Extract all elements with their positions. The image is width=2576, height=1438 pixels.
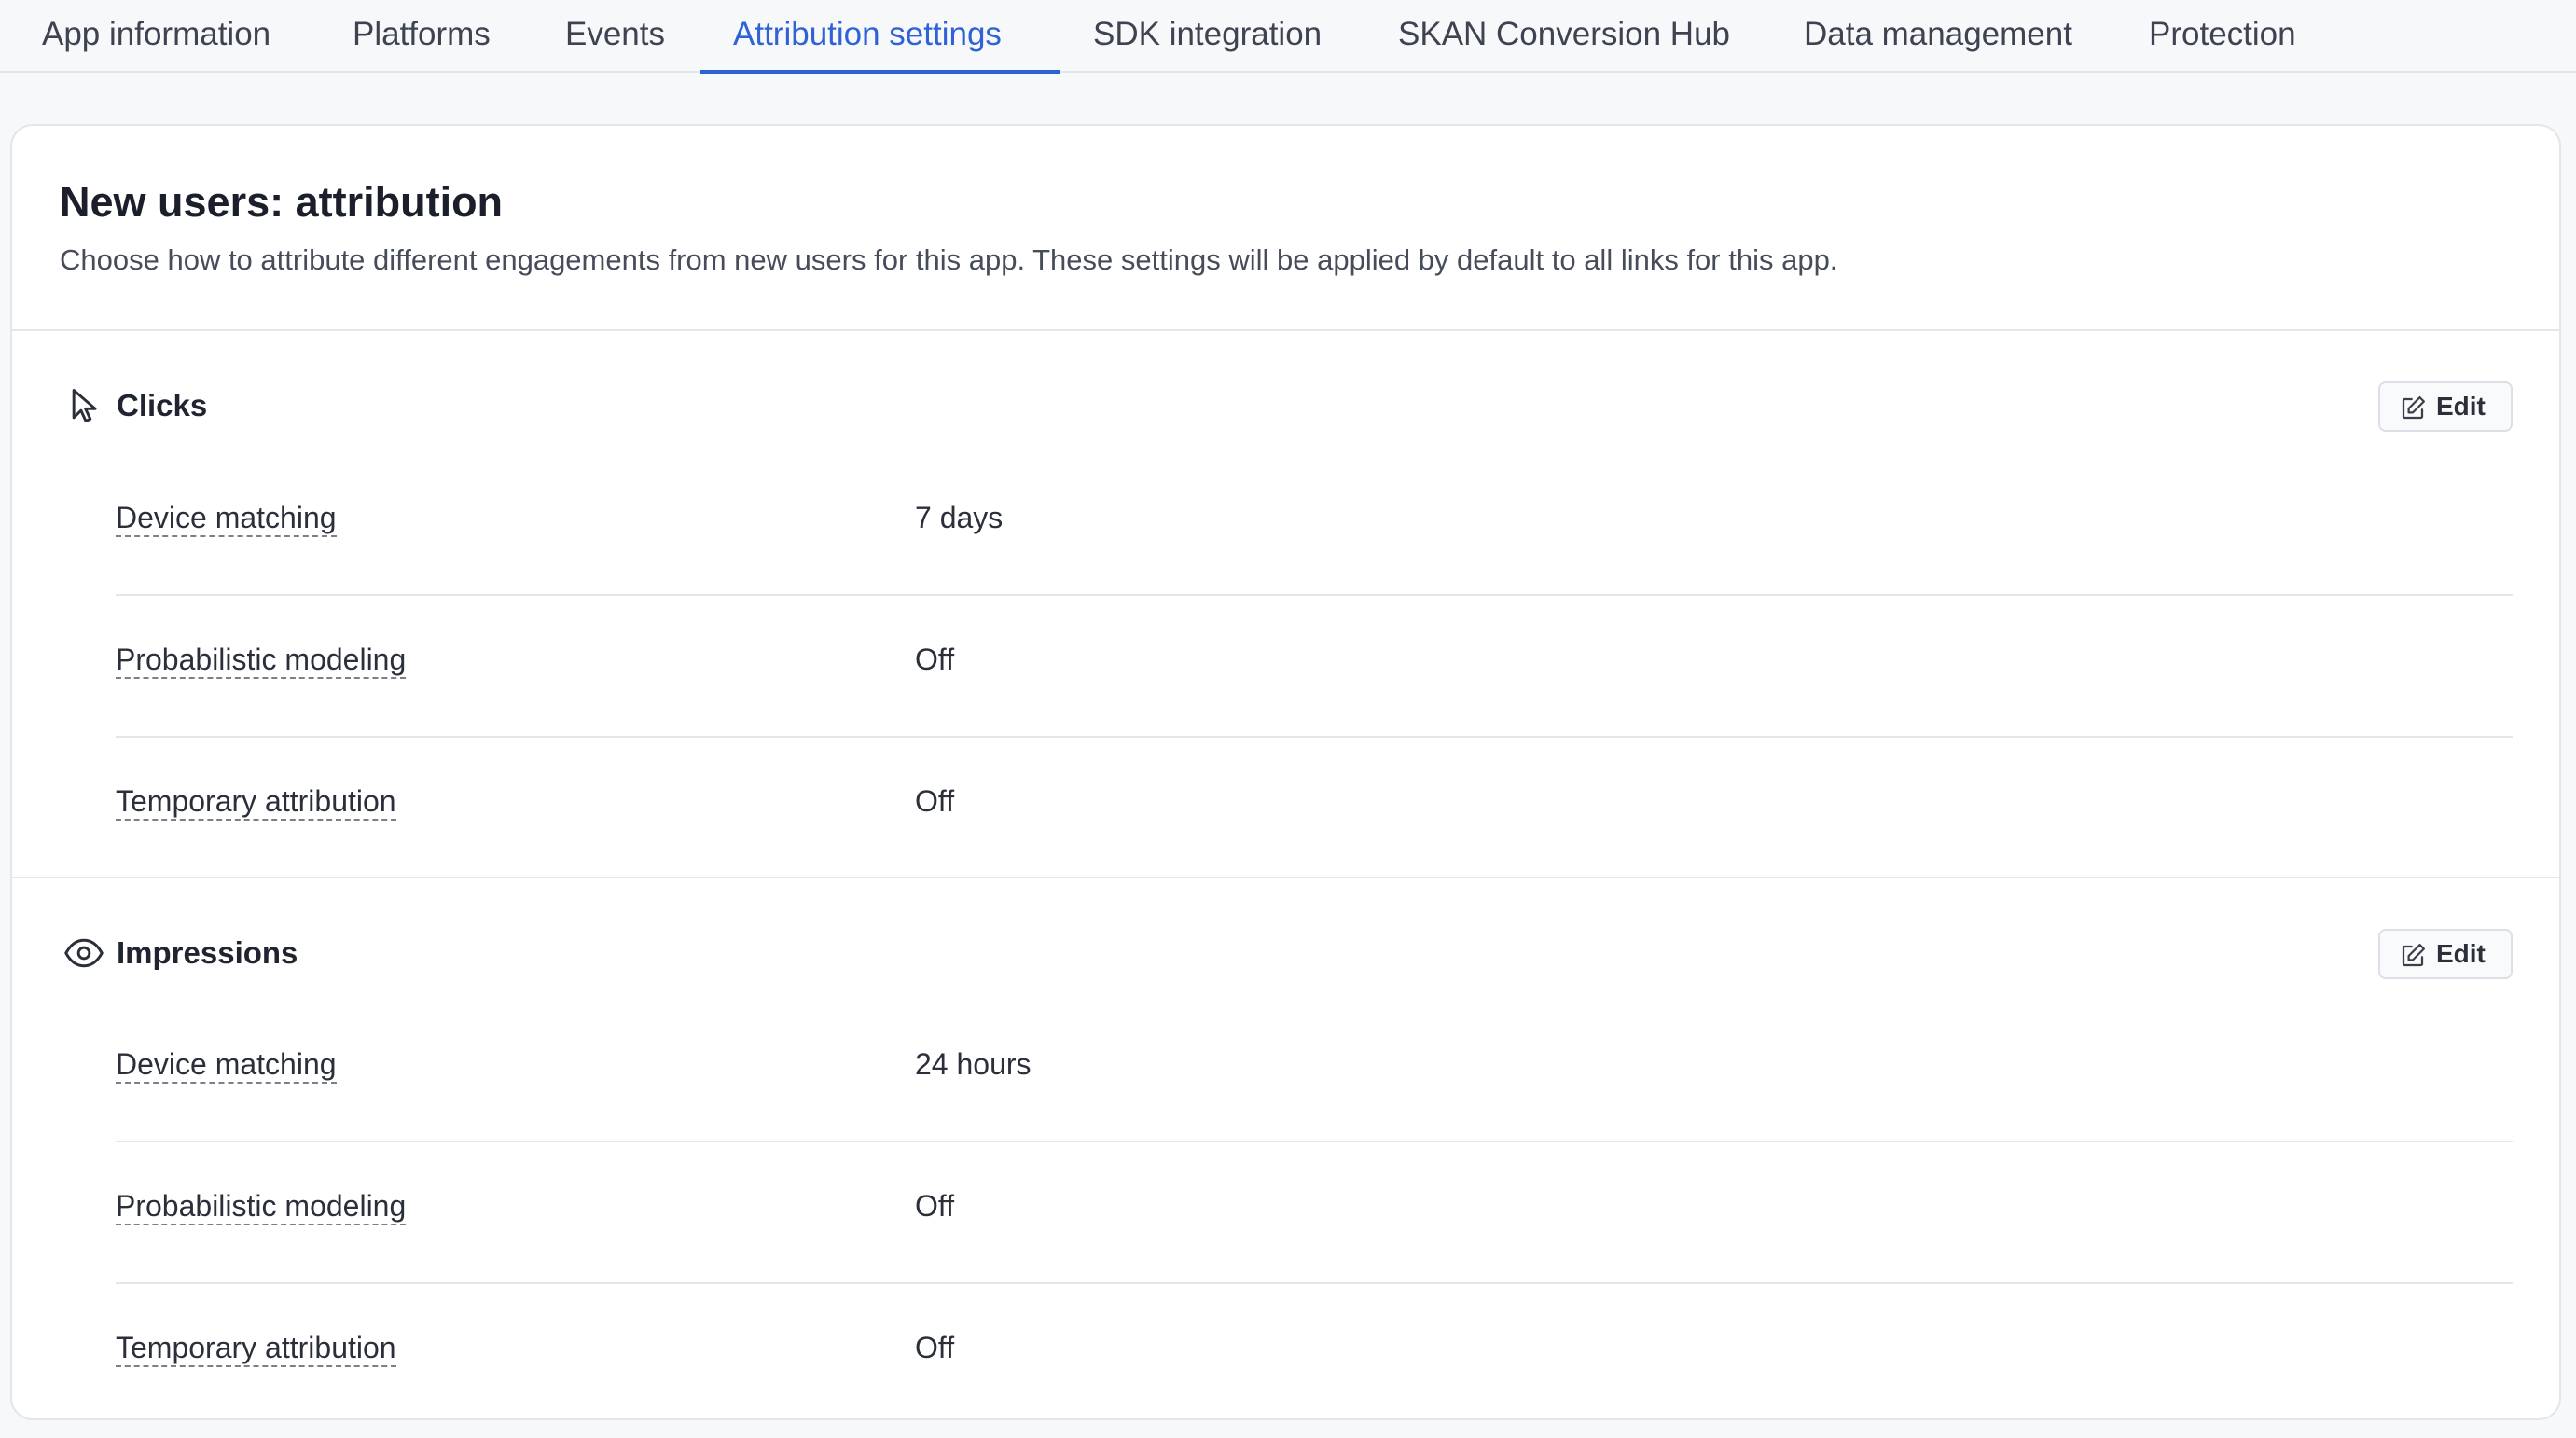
tab-events[interactable]: Events [565,0,665,73]
clicks-probabilistic-modeling-value: Off [915,643,955,676]
tab-skan-conversion-hub[interactable]: SKAN Conversion Hub [1398,0,1730,73]
card-title: New users: attribution [60,178,504,226]
tab-platforms[interactable]: Platforms [353,0,491,73]
tab-data-management[interactable]: Data management [1804,0,2072,73]
edit-icon [2402,944,2425,967]
clicks-device-matching-label[interactable]: Device matching [116,501,337,537]
impressions-probabilistic-modeling-value: Off [915,1189,955,1223]
impressions-edit-label: Edit [2436,939,2486,968]
tab-attribution-settings[interactable]: Attribution settings [733,0,1002,73]
clicks-edit-label: Edit [2436,392,2486,421]
clicks-section-title: Clicks [117,388,208,422]
impressions-probabilistic-modeling-label[interactable]: Probabilistic modeling [116,1189,407,1225]
card-description: Choose how to attribute different engage… [60,243,1838,276]
header-divider [12,329,2559,331]
impressions-edit-button[interactable]: Edit [2378,929,2513,979]
row-divider [116,1141,2513,1142]
eye-icon [64,938,104,968]
section-divider [12,877,2559,878]
impressions-device-matching-label[interactable]: Device matching [116,1047,337,1084]
tab-sdk-integration[interactable]: SDK integration [1093,0,1322,73]
clicks-device-matching-value: 7 days [915,501,1004,534]
cursor-arrow-icon [72,389,97,422]
tab-app-information[interactable]: App information [42,0,270,73]
impressions-section-title: Impressions [117,935,298,970]
tab-bar: App information Platforms Events Attribu… [0,0,2576,74]
row-divider [116,736,2513,738]
clicks-edit-button[interactable]: Edit [2378,381,2513,432]
attribution-card: New users: attribution Choose how to att… [10,124,2561,1420]
clicks-temporary-attribution-value: Off [915,784,955,818]
clicks-probabilistic-modeling-label[interactable]: Probabilistic modeling [116,643,407,679]
row-divider [116,1282,2513,1284]
tab-protection[interactable]: Protection [2149,0,2296,73]
edit-icon [2402,396,2425,420]
clicks-temporary-attribution-label[interactable]: Temporary attribution [116,784,396,821]
impressions-temporary-attribution-value: Off [915,1331,955,1364]
impressions-device-matching-value: 24 hours [915,1047,1032,1081]
impressions-temporary-attribution-label[interactable]: Temporary attribution [116,1331,396,1367]
active-tab-indicator [700,70,1060,74]
row-divider [116,594,2513,596]
